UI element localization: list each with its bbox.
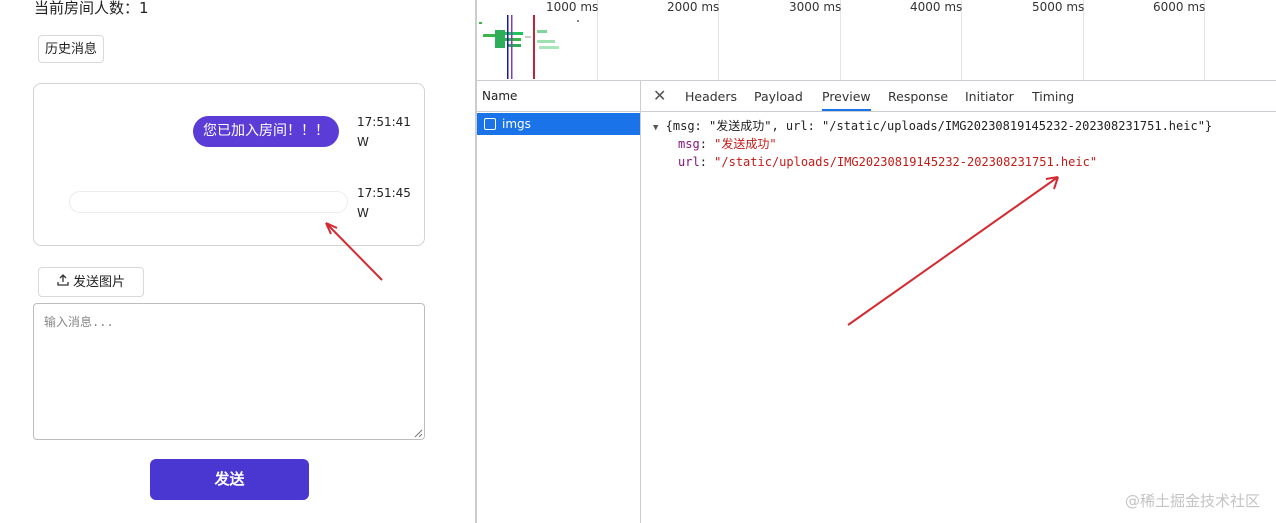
annotation-arrow: [325, 222, 383, 281]
annotation-arrows: [325, 176, 1059, 326]
watermark: @稀土掘金技术社区: [1124, 492, 1260, 510]
annotation-arrow: [847, 176, 1059, 326]
